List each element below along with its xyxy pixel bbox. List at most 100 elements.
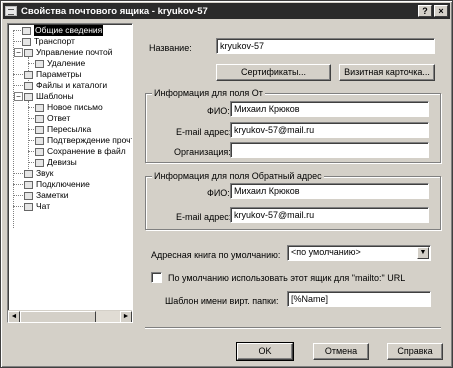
virtual-folder-template-label: Шаблон имени вирт. папки: (165, 296, 279, 306)
tree-item-label: Чат (36, 201, 51, 211)
tree-line (28, 129, 34, 130)
chevron-down-icon[interactable]: ▼ (417, 247, 429, 259)
cancel-button[interactable]: Отмена (313, 343, 369, 360)
name-input[interactable]: kryukov-57 (216, 38, 435, 54)
tree-item-mail-management[interactable]: Управление почтой (24, 47, 112, 58)
tree-line (13, 195, 23, 196)
tree-item-connection[interactable]: Подключение (24, 179, 90, 190)
transport-icon (22, 37, 31, 46)
from-fio-label: ФИО: (207, 106, 230, 116)
help-title-button[interactable]: ? (418, 5, 432, 17)
notes-icon (24, 191, 33, 200)
reply-fio-input[interactable]: Михаил Крюков (230, 183, 429, 199)
tree-item-label: Новое письмо (47, 102, 103, 112)
organization-label: Организация: (174, 147, 231, 157)
templates-icon (24, 92, 33, 101)
mailto-default-label: По умолчанию использовать этот ящик для … (168, 273, 406, 283)
tree-line (13, 85, 23, 86)
tree-item-label: Звук (36, 168, 54, 178)
tree-line (28, 151, 34, 152)
window-icon (5, 6, 17, 16)
tree-item-save-to-file[interactable]: Сохранение в файл (35, 146, 126, 157)
new-letter-icon (35, 103, 44, 112)
close-title-button[interactable]: × (434, 5, 448, 17)
save-file-icon (35, 147, 44, 156)
tree-item-new-letter[interactable]: Новое письмо (35, 102, 103, 113)
tree-item-label: Сохранение в файл (47, 146, 126, 156)
tree-item-label: Подтверждение прочт (47, 135, 133, 145)
help-button[interactable]: Справка (387, 343, 443, 360)
virtual-folder-template-input[interactable]: [%Name] (287, 291, 431, 307)
chat-icon (24, 202, 33, 211)
tree-item-label: Удаление (47, 58, 86, 68)
tree-item-reply[interactable]: Ответ (35, 113, 70, 124)
addressbook-label: Адресная книга по умолчанию: (151, 250, 281, 260)
deletion-icon (35, 59, 44, 68)
from-email-label: E-mail адрес: (176, 127, 232, 137)
sound-icon (24, 169, 33, 178)
tree-line (13, 41, 21, 42)
tree-line (13, 173, 23, 174)
tree-line (13, 30, 14, 228)
mailbox-properties-window: Свойства почтового ящика - kryukov-57 ? … (0, 0, 453, 368)
tree-item-label: Транспорт (34, 36, 75, 46)
tree-line (28, 118, 34, 119)
addressbook-selected-value: <по умолчанию> (291, 247, 361, 257)
tree-item-templates[interactable]: Шаблоны (24, 91, 74, 102)
reply-email-input[interactable]: kryukov-57@mail.ru (230, 207, 429, 223)
tree-item-chat[interactable]: Чат (24, 201, 50, 212)
from-email-input[interactable]: kryukov-57@mail.ru (230, 122, 429, 138)
tree-item-label: Шаблоны (36, 91, 74, 101)
addressbook-select[interactable]: <по умолчанию> ▼ (287, 245, 431, 261)
reply-icon (35, 114, 44, 123)
tree-item-read-receipt[interactable]: Подтверждение прочт (35, 135, 133, 146)
certificates-button[interactable]: Сертификаты... (216, 64, 331, 81)
collapse-templates-expander[interactable]: − (14, 92, 23, 101)
collapse-mail-management-expander[interactable]: − (14, 48, 23, 57)
mottos-icon (35, 158, 44, 167)
business-card-button[interactable]: Визитная карточка... (339, 64, 435, 81)
tree-line (13, 184, 23, 185)
scroll-left-button[interactable]: ◄ (8, 311, 20, 322)
tree-item-label: Общие сведения (34, 25, 104, 36)
tree-horizontal-scrollbar[interactable]: ◄ ► (8, 310, 132, 322)
tree-item-label: Подключение (36, 179, 90, 189)
forward-icon (35, 125, 44, 134)
tree-line (28, 162, 34, 163)
mail-management-icon (24, 48, 33, 57)
ok-button[interactable]: OK (236, 342, 294, 361)
title-bar: Свойства почтового ящика - kryukov-57 ? … (3, 3, 450, 19)
from-group-title: Информация для поля От (152, 88, 265, 98)
tree-item-files-folders[interactable]: Файлы и каталоги (24, 80, 107, 91)
read-receipt-icon (35, 136, 44, 145)
tree-item-label: Заметки (36, 190, 69, 200)
general-info-icon (22, 26, 31, 35)
tree-item-sound[interactable]: Звук (24, 168, 53, 179)
parameters-icon (24, 70, 33, 79)
tree-item-parameters[interactable]: Параметры (24, 69, 81, 80)
window-title: Свойства почтового ящика - kryukov-57 (21, 5, 208, 17)
tree-item-general[interactable]: Общие сведения (22, 25, 104, 36)
tree-line (13, 30, 21, 31)
organization-input[interactable] (230, 142, 429, 158)
mailto-default-checkbox[interactable] (151, 272, 162, 283)
from-fio-input[interactable]: Михаил Крюков (230, 101, 429, 117)
scroll-right-button[interactable]: ► (120, 311, 132, 322)
tree-line (13, 74, 23, 75)
scroll-thumb[interactable] (20, 311, 96, 322)
reply-email-label: E-mail адрес: (176, 212, 232, 222)
tree-line (13, 206, 23, 207)
tree-line (28, 107, 34, 108)
tree-item-label: Ответ (47, 113, 71, 123)
tree-item-label: Файлы и каталоги (36, 80, 108, 90)
connection-icon (24, 180, 33, 189)
tree-item-forward[interactable]: Пересылка (35, 124, 91, 135)
reply-fio-label: ФИО: (207, 188, 230, 198)
tree-item-transport[interactable]: Транспорт (22, 36, 75, 47)
tree-item-notes[interactable]: Заметки (24, 190, 69, 201)
tree-item-mottos[interactable]: Девизы (35, 157, 77, 168)
tree-item-deletion[interactable]: Удаление (35, 58, 85, 69)
folder-icon (24, 81, 33, 90)
footer-separator (145, 327, 441, 329)
settings-tree: − − Общие сведения Транспорт Управление … (7, 23, 133, 323)
